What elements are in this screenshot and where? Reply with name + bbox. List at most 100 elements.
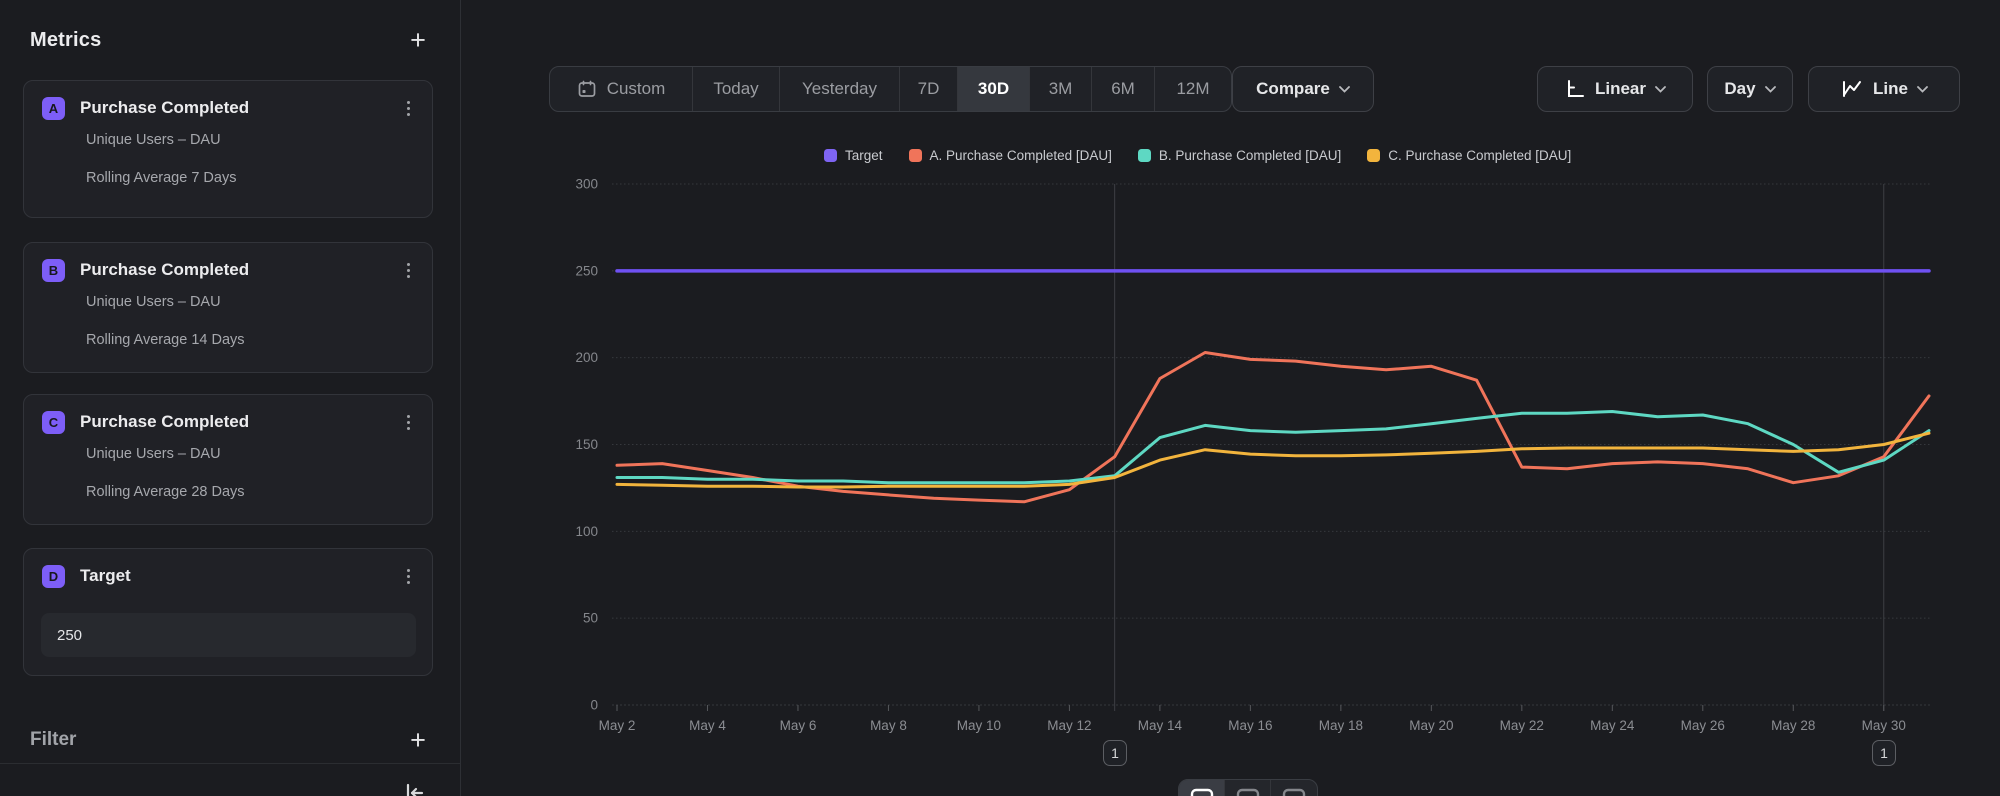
date-range-3m[interactable]: 3M xyxy=(1030,67,1092,111)
sidebar-title: Metrics xyxy=(30,29,101,52)
metric-badge-c: C xyxy=(42,411,65,434)
linear-scale-icon xyxy=(1564,78,1586,100)
date-range-12m[interactable]: 12M xyxy=(1155,67,1231,111)
x-axis-label: May 28 xyxy=(1771,718,1815,733)
date-range-label: 12M xyxy=(1176,79,1209,99)
y-axis-label: 150 xyxy=(575,437,598,452)
target-card[interactable]: D Target xyxy=(23,548,433,676)
chart-type-label: Line xyxy=(1873,79,1908,99)
date-range-label: Today xyxy=(713,79,758,99)
legend-label: C. Purchase Completed [DAU] xyxy=(1388,148,1571,163)
granularity-button[interactable]: Day xyxy=(1707,66,1793,112)
table-view-icon xyxy=(1235,786,1261,796)
date-range-label: Yesterday xyxy=(802,79,877,99)
x-axis-label: May 18 xyxy=(1319,718,1363,733)
chart-view-icon xyxy=(1189,786,1215,796)
metric-badge-d: D xyxy=(42,565,65,588)
x-axis-label: May 14 xyxy=(1138,718,1183,733)
annotation-badge[interactable]: 1 xyxy=(1103,740,1127,766)
date-range-6m[interactable]: 6M xyxy=(1092,67,1155,111)
chevron-down-icon xyxy=(1765,86,1776,93)
metric-card-a[interactable]: A Purchase Completed Unique Users – DAU … xyxy=(23,80,433,218)
calendar-icon xyxy=(577,79,597,99)
metrics-sidebar: Metrics + A Purchase Completed Unique Us… xyxy=(0,0,461,796)
date-range-today[interactable]: Today xyxy=(693,67,780,111)
series-line-c xyxy=(617,433,1929,487)
metric-menu-icon[interactable] xyxy=(396,564,420,588)
date-range-selector: Custom Today Yesterday 7D 30D 3M 6M 12M xyxy=(549,66,1232,112)
metric-menu-icon[interactable] xyxy=(396,96,420,120)
metric-title: Purchase Completed xyxy=(80,412,396,432)
scale-label: Linear xyxy=(1595,79,1646,99)
legend-swatch-icon xyxy=(909,149,922,162)
legend-label: Target xyxy=(845,148,883,163)
legend-item[interactable]: C. Purchase Completed [DAU] xyxy=(1367,148,1571,163)
add-filter-button[interactable]: + xyxy=(404,726,432,754)
scale-selector-button[interactable]: Linear xyxy=(1537,66,1693,112)
y-axis-label: 0 xyxy=(590,698,598,713)
sidebar-divider xyxy=(0,763,460,764)
filter-section: Filter + xyxy=(30,724,432,756)
date-range-label: 30D xyxy=(978,79,1009,99)
target-value-input[interactable] xyxy=(41,613,416,657)
date-range-yesterday[interactable]: Yesterday xyxy=(780,67,900,111)
y-axis-label: 100 xyxy=(575,524,598,539)
chart-type-button[interactable]: Line xyxy=(1808,66,1960,112)
breakdown-view-toggle[interactable] xyxy=(1271,780,1317,796)
x-axis-label: May 26 xyxy=(1681,718,1725,733)
granularity-label: Day xyxy=(1724,79,1755,99)
x-axis-label: May 30 xyxy=(1862,718,1906,733)
metric-menu-icon[interactable] xyxy=(396,410,420,434)
sidebar-header: Metrics + xyxy=(30,24,432,56)
y-axis-label: 300 xyxy=(575,177,598,192)
y-axis-label: 50 xyxy=(583,611,598,626)
x-axis-label: May 22 xyxy=(1500,718,1544,733)
metric-title: Purchase Completed xyxy=(80,260,396,280)
breakdown-view-icon xyxy=(1281,786,1307,796)
metric-card-c[interactable]: C Purchase Completed Unique Users – DAU … xyxy=(23,394,433,525)
legend-item[interactable]: A. Purchase Completed [DAU] xyxy=(909,148,1112,163)
target-card-header: D Target xyxy=(42,563,420,589)
legend-item[interactable]: B. Purchase Completed [DAU] xyxy=(1138,148,1341,163)
compare-button[interactable]: Compare xyxy=(1232,66,1374,112)
legend-item[interactable]: Target xyxy=(824,148,883,163)
metric-measure: Unique Users – DAU xyxy=(86,132,221,148)
date-range-30d[interactable]: 30D xyxy=(958,67,1030,111)
metric-card-a-header: A Purchase Completed xyxy=(42,95,420,121)
annotation-badge[interactable]: 1 xyxy=(1872,740,1896,766)
date-range-label: Custom xyxy=(607,79,666,99)
target-title: Target xyxy=(80,566,396,586)
y-axis-label: 250 xyxy=(575,263,598,278)
date-range-label: 7D xyxy=(918,79,940,99)
metric-measure: Unique Users – DAU xyxy=(86,294,221,310)
add-metric-button[interactable]: + xyxy=(404,26,432,54)
metric-menu-icon[interactable] xyxy=(396,258,420,282)
legend-swatch-icon xyxy=(1138,149,1151,162)
filter-title: Filter xyxy=(30,729,76,751)
series-line-a xyxy=(617,353,1929,502)
metric-title: Purchase Completed xyxy=(80,98,396,118)
legend-swatch-icon xyxy=(1367,149,1380,162)
metric-card-b[interactable]: B Purchase Completed Unique Users – DAU … xyxy=(23,242,433,373)
legend-label: B. Purchase Completed [DAU] xyxy=(1159,148,1341,163)
x-axis-label: May 2 xyxy=(599,718,636,733)
legend-swatch-icon xyxy=(824,149,837,162)
collapse-sidebar-icon[interactable] xyxy=(400,779,428,796)
date-range-label: 6M xyxy=(1111,79,1135,99)
x-axis-label: May 24 xyxy=(1590,718,1635,733)
metric-card-c-header: C Purchase Completed xyxy=(42,409,420,435)
metric-rolling-average: Rolling Average 28 Days xyxy=(86,484,245,500)
y-axis-label: 200 xyxy=(575,350,598,365)
date-range-custom[interactable]: Custom xyxy=(550,67,693,111)
legend-label: A. Purchase Completed [DAU] xyxy=(930,148,1112,163)
table-view-toggle[interactable] xyxy=(1225,780,1271,796)
metric-card-b-header: B Purchase Completed xyxy=(42,257,420,283)
chevron-down-icon xyxy=(1339,86,1350,93)
date-range-label: 3M xyxy=(1049,79,1073,99)
x-axis-label: May 20 xyxy=(1409,718,1453,733)
date-range-7d[interactable]: 7D xyxy=(900,67,958,111)
metric-badge-a: A xyxy=(42,97,65,120)
compare-label: Compare xyxy=(1256,79,1330,99)
chart-view-toggle[interactable] xyxy=(1179,780,1225,796)
chevron-down-icon xyxy=(1917,86,1928,93)
